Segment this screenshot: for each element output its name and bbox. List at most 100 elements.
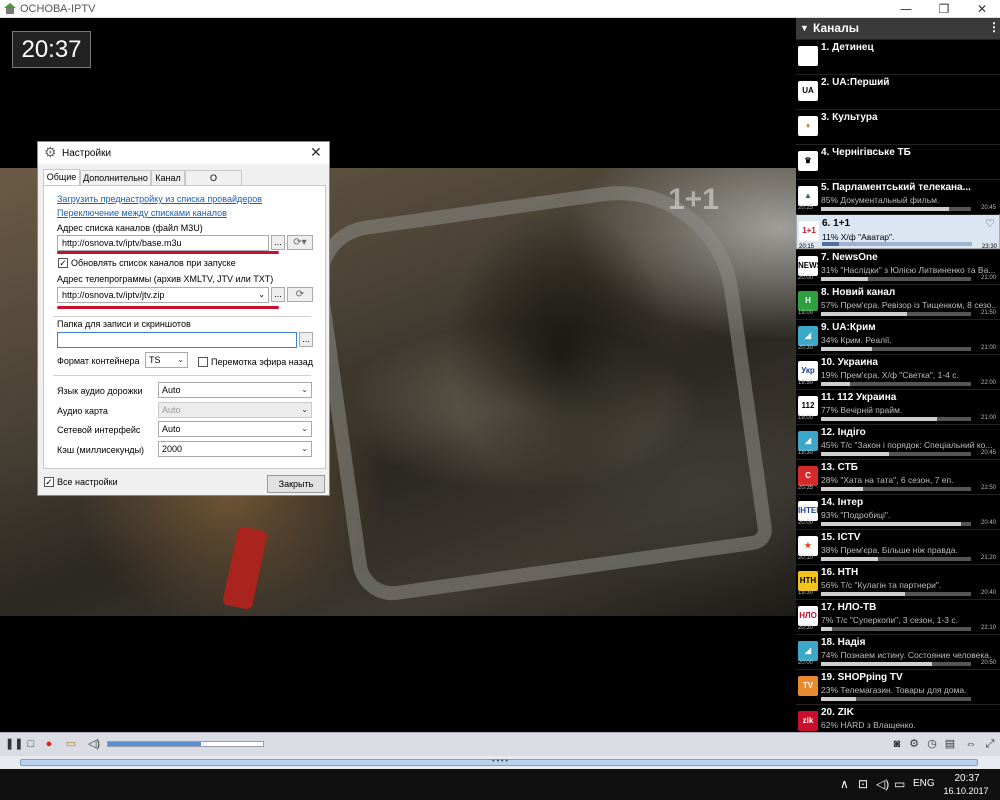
- switch-lists-link[interactable]: Переключение между списками каналов: [57, 208, 227, 218]
- channel-item[interactable]: НЛО 17. НЛО-ТВ 7% Т/с "Суперкопи", 3 сезон…: [796, 599, 1000, 634]
- chevron-down-icon: ⌄: [258, 290, 265, 299]
- channel-name: 13. СТБ: [821, 462, 858, 473]
- rewind-checkbox[interactable]: [198, 357, 208, 367]
- channel-item[interactable]: ♛ 4. Чернігівське ТБ: [796, 144, 1000, 179]
- channel-item[interactable]: UA 2. UA:Перший: [796, 74, 1000, 109]
- close-dialog-button[interactable]: Закрыть: [267, 475, 325, 493]
- program-progress-fill: [821, 592, 905, 596]
- minimize-button[interactable]: —: [888, 0, 924, 18]
- camera-icon[interactable]: ◙: [890, 737, 904, 751]
- channel-item[interactable]: ◢ 12. Індіго 45% Т/с "Закон і порядок: Спе…: [796, 424, 1000, 459]
- volume-icon[interactable]: ◁): [87, 737, 101, 751]
- cache-select[interactable]: 2000 ⌄: [158, 441, 312, 457]
- audio-track-select[interactable]: Auto ⌄: [158, 382, 312, 398]
- program-start: 19:00: [798, 415, 814, 421]
- channel-name: 10. Украина: [821, 357, 878, 368]
- channel-item[interactable]: NEWS7. NewsOne 31% "Наслідки" з Юлією Лит…: [796, 249, 1000, 284]
- program-end: 20:45: [981, 450, 997, 456]
- channel-item[interactable]: ◢ 9. UA:Крим 34% Крим. Реалії. 20:30 21:00: [796, 319, 1000, 354]
- channel-item[interactable]: 112 11. 112 Украина 77% Вечірній прайм. 19:…: [796, 389, 1000, 424]
- record-folder-browse-button[interactable]: ...: [299, 332, 313, 347]
- epg-url-value: http://osnova.tv/iptv/jtv.zip: [62, 290, 165, 300]
- channel-logo: Н: [798, 291, 818, 311]
- program-progress-fill: [821, 277, 868, 281]
- program-end: 21:00: [981, 275, 997, 281]
- program-info: 28% "Хата на тата", 6 сезон, 7 еп.: [821, 475, 954, 485]
- settings-icon[interactable]: ⚙: [907, 737, 921, 751]
- stop-icon[interactable]: □: [24, 737, 38, 751]
- taskbar-time[interactable]: 20:37: [946, 773, 988, 784]
- tab-about[interactable]: О программе: [185, 170, 242, 197]
- update-list-checkbox[interactable]: ✓: [58, 258, 68, 268]
- taskbar-date[interactable]: 16.10.2017: [942, 786, 990, 796]
- record-icon[interactable]: ●: [42, 737, 56, 751]
- channel-item[interactable]: НТН 16. НТН 56% Т/с "Кулагін та партнери".…: [796, 564, 1000, 599]
- channel-item[interactable]: 1. Детинец: [796, 39, 1000, 74]
- rewind-label: Перемотка эфира назад: [211, 357, 314, 367]
- epg-url-input[interactable]: http://osnova.tv/iptv/jtv.zip ⌄: [57, 287, 269, 303]
- channel-item[interactable]: TV 19. SHOPping TV 23% Телемагазин. Товары…: [796, 669, 1000, 704]
- seek-bar[interactable]: • • • •: [20, 758, 978, 766]
- language-indicator[interactable]: ENG: [913, 778, 935, 789]
- channel-name: 5. Парламентський телекана...: [821, 182, 971, 193]
- channel-name: 6. 1+1: [822, 218, 851, 229]
- channel-item[interactable]: ◢ 18. Надія 74% Познаем истину. Состояние …: [796, 634, 1000, 669]
- fullscreen-icon[interactable]: ⤢: [983, 737, 997, 751]
- volume-slider[interactable]: [107, 741, 264, 747]
- program-start: 19:00: [798, 310, 814, 316]
- dialog-close-button[interactable]: ✕: [310, 144, 322, 160]
- all-settings-checkbox[interactable]: ✓: [44, 477, 54, 487]
- channel-name: 4. Чернігівське ТБ: [821, 147, 911, 158]
- playlist-label: Адрес списка каналов (файл M3U): [57, 223, 203, 233]
- channel-watermark: 1+1: [668, 183, 719, 216]
- program-progress: [821, 277, 971, 281]
- tray-arrow-icon[interactable]: ∧: [840, 777, 849, 791]
- channel-item[interactable]: С 13. СТБ 28% "Хата на тата", 6 сезон, 7 е…: [796, 459, 1000, 494]
- program-end: 20:40: [981, 590, 997, 596]
- cache-value: 2000: [162, 444, 183, 454]
- tab-general[interactable]: Общие: [43, 169, 80, 186]
- channel-item[interactable]: Укр 10. Украина 19% Прем'єра. Х/ф "Светка"…: [796, 354, 1000, 389]
- channel-item[interactable]: ♦ 3. Культура: [796, 109, 1000, 144]
- channel-item[interactable]: ІНТЕР14. Інтер 93% "Подробиці". 20:00 20:40: [796, 494, 1000, 529]
- playlist-url-input[interactable]: http://osnova.tv/iptv/base.m3u: [57, 235, 269, 251]
- network-icon[interactable]: ⊡: [858, 777, 868, 791]
- channel-logo: НЛО: [798, 606, 818, 626]
- channel-item[interactable]: zik 20. ZIK 62% HARD з Влащенко.: [796, 704, 1000, 732]
- menu-icon[interactable]: ⋮: [988, 20, 1000, 34]
- cache-label: Кэш (миллисекунды): [57, 445, 145, 455]
- load-presets-link[interactable]: Загрузить преднастройку из списка провай…: [57, 194, 262, 204]
- speaker-icon[interactable]: ◁): [876, 777, 889, 791]
- favorite-icon[interactable]: ♡: [985, 217, 995, 231]
- network-select[interactable]: Auto ⌄: [158, 421, 312, 437]
- tab-channel[interactable]: Канал: [151, 170, 185, 185]
- aspect-icon[interactable]: ⇔: [964, 737, 978, 751]
- program-info: 23% Телемагазин. Товары для дома.: [821, 685, 967, 695]
- playlist-browse-button[interactable]: ...: [271, 235, 285, 250]
- seek-grip[interactable]: • • • •: [486, 758, 514, 765]
- container-format-value: TS: [149, 355, 161, 365]
- tab-advanced[interactable]: Дополнительно: [80, 170, 151, 185]
- pause-icon[interactable]: ❚❚: [5, 737, 23, 751]
- container-format-select[interactable]: TS ⌄: [145, 352, 188, 368]
- channel-name: 20. ZIK: [821, 707, 854, 718]
- epg-refresh-button[interactable]: ⟳: [287, 287, 313, 302]
- program-progress-fill: [821, 662, 932, 666]
- folder-icon[interactable]: ▭: [64, 737, 78, 751]
- program-info: 57% Прем'єра. Ревізор із Тищенком, 8 сез…: [821, 300, 996, 310]
- clock-icon[interactable]: ◷: [925, 737, 939, 751]
- playlist-refresh-button[interactable]: ⟳▾: [287, 235, 313, 250]
- epg-browse-button[interactable]: ...: [271, 287, 285, 302]
- record-folder-input[interactable]: [57, 332, 297, 348]
- program-start: 20:00: [798, 660, 814, 666]
- channel-item[interactable]: 1+1 6. 1+1 11% Х/ф "Аватар". 20:15 23:30 ♡: [796, 214, 1000, 250]
- notification-icon[interactable]: ▭: [894, 777, 905, 791]
- channel-item[interactable]: Н 8. Новий канал 57% Прем'єра. Ревізор із …: [796, 284, 1000, 319]
- chevron-down-icon: ⌄: [301, 385, 308, 394]
- channel-item[interactable]: ★ 15. ICTV 38% Прем'єра. Більше ніж правда…: [796, 529, 1000, 564]
- channel-item[interactable]: ▲ 5. Парламентський телекана... 85% Докуме…: [796, 179, 1000, 214]
- collapse-icon[interactable]: ▼: [800, 23, 809, 33]
- maximize-button[interactable]: ❐: [926, 0, 962, 18]
- list-icon[interactable]: ▤: [943, 737, 957, 751]
- close-window-button[interactable]: ✕: [964, 0, 1000, 18]
